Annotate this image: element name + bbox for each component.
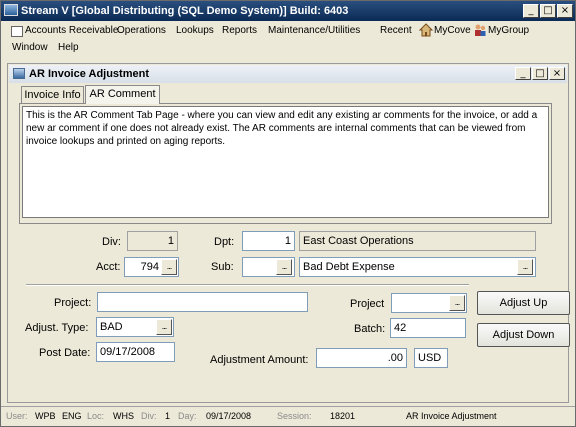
child-minimize-button[interactable]: _ (515, 67, 531, 80)
menu-operations[interactable]: Operations (117, 24, 166, 40)
accounts-receivable-icon (11, 26, 23, 37)
app-close-button[interactable]: × (557, 4, 573, 18)
menu-window[interactable]: Window (12, 41, 48, 57)
child-title: AR Invoice Adjustment (29, 68, 149, 80)
menu-mygroup[interactable]: MyGroup (488, 24, 529, 40)
currency-field: USD (414, 348, 448, 368)
status-loc: WHS (113, 411, 134, 421)
batch-field[interactable]: 42 (390, 318, 466, 338)
sub-label: Sub: (211, 261, 234, 273)
acct-label: Acct: (96, 261, 121, 273)
status-div: 1 (165, 411, 171, 421)
dpt-name-field: East Coast Operations (299, 231, 536, 251)
app-title-bar[interactable]: Stream V [Global Distributing (SQL Demo … (1, 1, 575, 21)
project-field[interactable] (97, 292, 308, 312)
sub-name-lookup-button[interactable]: ... (517, 259, 533, 275)
house-icon (418, 23, 434, 40)
app-minimize-button[interactable]: _ (523, 4, 539, 18)
ar-comment-textarea[interactable]: This is the AR Comment Tab Page - where … (22, 106, 549, 218)
adjust-down-button[interactable]: Adjust Down (477, 323, 570, 347)
sub-name-field[interactable]: Bad Debt Expense (299, 257, 536, 277)
group-icon (473, 23, 487, 40)
child-maximize-button[interactable]: □ (532, 67, 548, 80)
adjust-type-lookup-button[interactable]: ... (156, 319, 172, 335)
menu-maintenance-utilities[interactable]: Maintenance/Utilities (268, 24, 360, 40)
project-label: Project: (54, 297, 92, 309)
menu-accounts-receivable[interactable]: Accounts Receivable (25, 24, 118, 40)
status-div-label: Div: (141, 411, 157, 421)
div-label: Div: (102, 236, 121, 248)
menu-lookups[interactable]: Lookups (176, 24, 214, 40)
post-date-label: Post Date: (39, 347, 91, 359)
status-user-label: User: (6, 411, 28, 421)
status-day-label: Day: (178, 411, 197, 421)
adjust-up-button[interactable]: Adjust Up (477, 291, 570, 315)
status-language: ENG (62, 411, 82, 421)
menu-help[interactable]: Help (58, 41, 79, 57)
adjustment-amount-label: Adjustment Amount: (210, 354, 309, 366)
status-session-label: Session: (277, 411, 312, 421)
status-day: 09/17/2008 (206, 411, 252, 421)
app-logo-icon (4, 4, 18, 16)
app-maximize-button[interactable]: □ (540, 4, 556, 18)
separator (26, 284, 469, 286)
dpt-label: Dpt: (214, 236, 235, 248)
post-date-field[interactable]: 09/17/2008 (96, 342, 175, 362)
tab-invoice-info[interactable]: Invoice Info (21, 86, 84, 104)
status-screen: AR Invoice Adjustment (406, 411, 497, 421)
app-title: Stream V [Global Distributing (SQL Demo … (21, 5, 349, 17)
child-logo-icon (13, 68, 25, 79)
status-user: WPB (35, 411, 56, 421)
acct-lookup-button[interactable]: ... (161, 259, 177, 275)
adjustment-amount-field[interactable]: .00 (316, 348, 407, 368)
status-session: 18201 (330, 411, 356, 421)
adjust-type-label: Adjust. Type: (25, 322, 89, 334)
project-2-label: Project (350, 298, 385, 310)
child-title-bar[interactable]: AR Invoice Adjustment (9, 65, 567, 83)
menu-recent[interactable]: Recent (380, 24, 412, 40)
child-close-button[interactable]: × (549, 67, 565, 80)
tab-ar-comment[interactable]: AR Comment (85, 85, 160, 104)
batch-label: Batch: (354, 323, 386, 335)
menu-mycove[interactable]: MyCove (434, 24, 471, 40)
div-field: 1 (127, 231, 178, 251)
status-loc-label: Loc: (87, 411, 105, 421)
dpt-field[interactable]: 1 (242, 231, 295, 251)
menu-reports[interactable]: Reports (222, 24, 257, 40)
project-2-lookup-button[interactable]: ... (449, 295, 465, 311)
sub-lookup-button[interactable]: ... (276, 259, 292, 275)
